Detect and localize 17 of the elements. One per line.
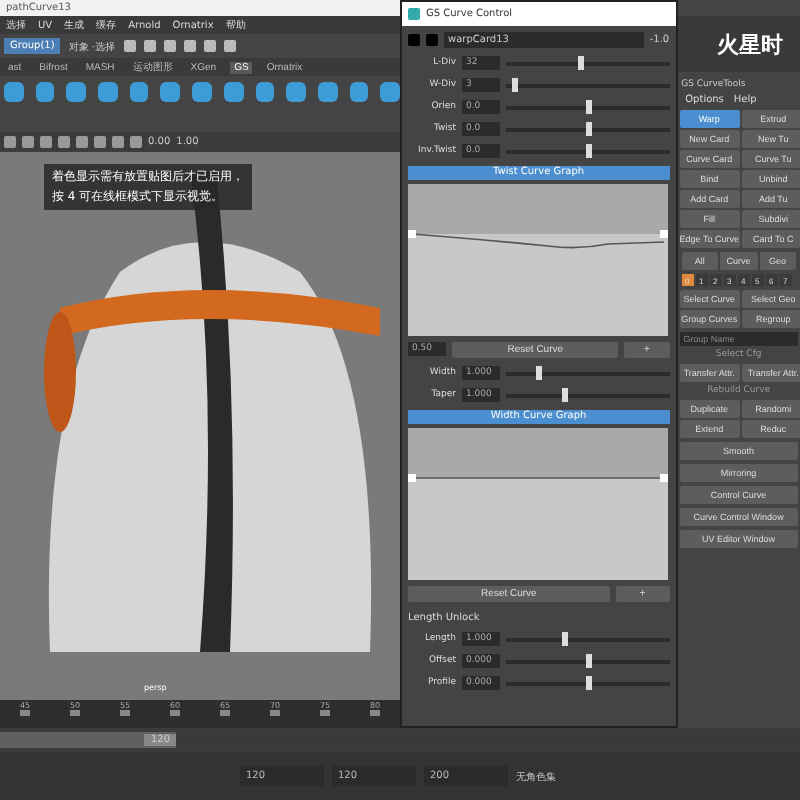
slider-thumb[interactable] bbox=[536, 365, 543, 379]
slider-thumb[interactable] bbox=[577, 55, 584, 69]
color-swatch[interactable] bbox=[426, 33, 438, 45]
shelf-icon[interactable] bbox=[317, 82, 338, 102]
slider-thumb[interactable] bbox=[561, 631, 568, 645]
slider-thumb[interactable] bbox=[585, 675, 592, 689]
slider-thumb[interactable] bbox=[585, 143, 592, 157]
slider-thumb[interactable] bbox=[585, 653, 592, 667]
shelf-icon[interactable] bbox=[160, 82, 181, 102]
banner-text: 火星时 bbox=[677, 16, 800, 72]
app-icon bbox=[408, 8, 420, 20]
color-swatch[interactable] bbox=[408, 33, 420, 45]
slider-thumb[interactable] bbox=[585, 121, 592, 135]
slider-thumb[interactable] bbox=[512, 77, 519, 91]
slider-thumb[interactable] bbox=[585, 99, 592, 113]
shelf-icon[interactable] bbox=[66, 82, 87, 102]
slider-thumb[interactable] bbox=[561, 387, 568, 401]
